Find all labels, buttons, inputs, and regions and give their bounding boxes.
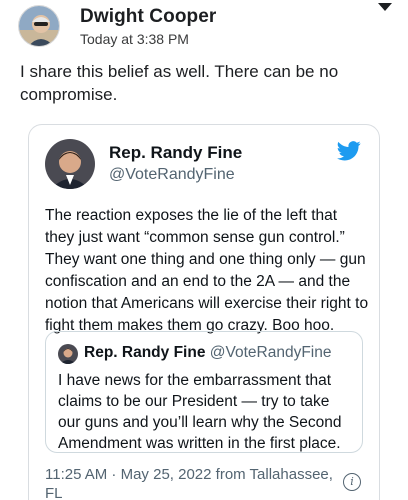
tweet-author-handle[interactable]: @VoteRandyFine [109, 166, 235, 184]
tweet-author-name[interactable]: Rep. Randy Fine [109, 143, 242, 163]
author-name[interactable]: Dwight Cooper [80, 6, 216, 28]
author-avatar[interactable] [18, 5, 60, 47]
tweet-author-avatar[interactable] [45, 139, 95, 189]
quoted-tweet-text: I have news for the embarrassment that c… [58, 372, 342, 452]
tweet-timestamp[interactable]: 11:25 AM · May 25, 2022 from Tallahassee… [45, 465, 335, 500]
post-timestamp[interactable]: Today at 3:38 PM [80, 31, 189, 47]
tweet-text: The reaction exposes the lie of the left… [45, 207, 369, 334]
quoted-tweet[interactable]: Rep. Randy Fine @VoteRandyFine I have ne… [45, 331, 363, 453]
post-header: Dwight Cooper Today at 3:38 PM [18, 3, 398, 49]
quoted-author-name[interactable]: Rep. Randy Fine [84, 344, 205, 361]
embedded-tweet[interactable]: Rep. Randy Fine @VoteRandyFine The react… [28, 124, 380, 500]
quoted-author-avatar[interactable] [58, 344, 78, 364]
quoted-author-handle[interactable]: @VoteRandyFine [210, 344, 332, 361]
info-icon[interactable]: i [343, 473, 361, 491]
twitter-bird-icon[interactable] [337, 141, 361, 161]
quoted-tweet-header: Rep. Randy Fine @VoteRandyFine [84, 344, 331, 362]
caret-down-icon[interactable] [378, 3, 392, 15]
post-text: I share this belief as well. There can b… [20, 62, 339, 104]
facebook-post: Dwight Cooper Today at 3:38 PM I share t… [0, 0, 408, 500]
